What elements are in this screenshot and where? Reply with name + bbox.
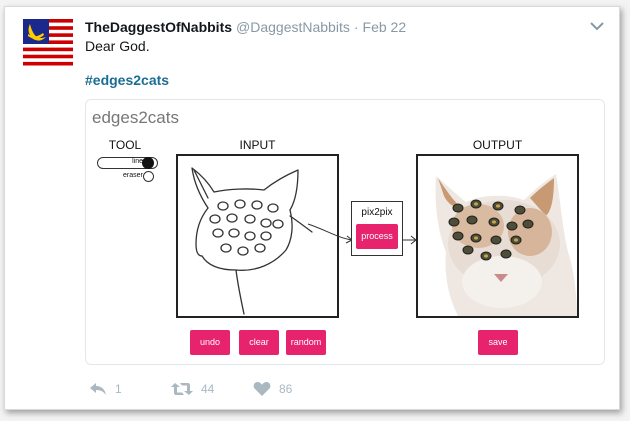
random-button[interactable]: random — [286, 330, 326, 355]
reply-icon — [90, 383, 106, 395]
retweet-count: 44 — [201, 382, 215, 396]
display-name[interactable]: TheDaggestOfNabbits — [85, 19, 232, 35]
tweet-text: Dear God. — [85, 38, 150, 54]
like-count: 86 — [279, 382, 293, 396]
media-card[interactable]: edges2cats TOOL INPUT OUTPUT line eraser — [85, 99, 605, 365]
output-image — [416, 154, 579, 318]
reply-button[interactable]: 1 — [89, 379, 122, 399]
user-handle[interactable]: @DaggestNabbits — [236, 19, 350, 35]
hashtag-link[interactable]: #edges2cats — [85, 72, 169, 88]
retweet-icon — [171, 383, 193, 395]
malaysia-flag-icon — [23, 19, 73, 69]
tweet-card: TheDaggestOfNabbits @DaggestNabbits · Feb 2… — [4, 6, 620, 410]
process-button[interactable]: process — [356, 224, 398, 249]
retweet-button[interactable]: 44 — [171, 379, 214, 399]
reply-count: 1 — [115, 382, 122, 396]
pix2pix-box: pix2pix process — [351, 201, 403, 256]
clear-button[interactable]: clear — [239, 330, 279, 355]
like-button[interactable]: 86 — [253, 379, 292, 399]
tweet-date[interactable]: Feb 22 — [363, 19, 407, 35]
save-button[interactable]: save — [478, 330, 518, 355]
tweet-header: TheDaggestOfNabbits @DaggestNabbits · Feb 2… — [85, 19, 406, 35]
header-separator: · — [353, 19, 359, 35]
pix2pix-label: pix2pix — [361, 207, 393, 218]
chevron-down-icon[interactable] — [589, 20, 605, 32]
heart-icon — [253, 382, 271, 396]
generated-cat-image — [418, 156, 577, 316]
avatar[interactable] — [23, 19, 73, 69]
undo-button[interactable]: undo — [190, 330, 230, 355]
